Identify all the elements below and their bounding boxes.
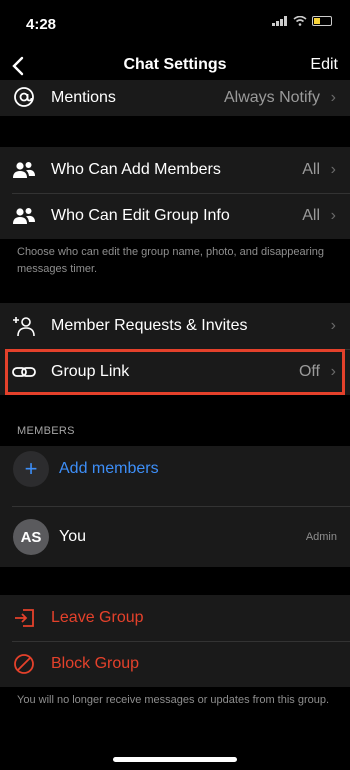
- block-group-row[interactable]: Block Group: [0, 641, 350, 687]
- permissions-group: Who Can Add Members All › Who Can Edit G…: [0, 147, 350, 239]
- chevron-right-icon: ›: [330, 89, 336, 106]
- person-add-icon: [12, 315, 36, 337]
- member-requests-row[interactable]: Member Requests & Invites ›: [0, 303, 350, 349]
- who-can-add-members-row[interactable]: Who Can Add Members All ›: [0, 147, 350, 193]
- chevron-right-icon: ›: [330, 207, 336, 224]
- home-indicator[interactable]: [113, 757, 237, 762]
- battery-icon: [312, 16, 332, 26]
- plus-icon: +: [13, 451, 49, 487]
- mentions-label: Mentions: [51, 89, 116, 106]
- mentions-group: Mentions Always Notify ›: [0, 80, 350, 116]
- member-role-badge: Admin: [305, 531, 337, 543]
- mentions-value: Always Notify: [223, 89, 320, 106]
- danger-footnote: You will no longer receive messages or u…: [17, 694, 330, 706]
- member-requests-label: Member Requests & Invites: [51, 317, 248, 334]
- members-header: MEMBERS: [17, 425, 75, 437]
- who-can-add-members-value: All: [302, 161, 320, 178]
- avatar: AS: [13, 519, 49, 555]
- who-can-edit-group-info-row[interactable]: Who Can Edit Group Info All ›: [0, 193, 350, 239]
- danger-group: Leave Group Block Group: [0, 595, 350, 687]
- signal-icon: [272, 16, 287, 26]
- block-group-label: Block Group: [51, 655, 140, 672]
- people-icon: [12, 205, 36, 227]
- member-name: You: [59, 528, 86, 545]
- leave-icon: [12, 607, 36, 629]
- edit-button[interactable]: Edit: [310, 56, 338, 74]
- who-can-edit-group-info-label: Who Can Edit Group Info: [51, 207, 230, 224]
- permissions-footnote: Choose who can edit the group name, phot…: [17, 246, 324, 275]
- leave-group-label: Leave Group: [51, 609, 144, 626]
- mentions-row[interactable]: Mentions Always Notify ›: [0, 80, 350, 116]
- wifi-icon: [293, 16, 307, 26]
- at-sign-icon: [12, 86, 36, 108]
- who-can-add-members-label: Who Can Add Members: [51, 161, 221, 178]
- status-icons: [272, 16, 332, 26]
- add-members-row[interactable]: + Add members: [0, 446, 350, 492]
- member-row[interactable]: AS You Admin: [0, 507, 350, 567]
- chevron-right-icon: ›: [330, 317, 336, 334]
- chevron-right-icon: ›: [330, 161, 336, 178]
- add-members-label: Add members: [59, 460, 159, 477]
- group-link-highlight: [5, 349, 345, 395]
- who-can-edit-group-info-value: All: [302, 207, 320, 224]
- status-time: 4:28: [26, 16, 57, 33]
- status-bar: 4:28: [0, 0, 350, 46]
- page-title: Chat Settings: [123, 56, 227, 73]
- block-icon: [12, 653, 36, 675]
- leave-group-row[interactable]: Leave Group: [0, 595, 350, 641]
- people-icon: [12, 159, 36, 181]
- member-you-row[interactable]: AS You Admin: [0, 507, 350, 567]
